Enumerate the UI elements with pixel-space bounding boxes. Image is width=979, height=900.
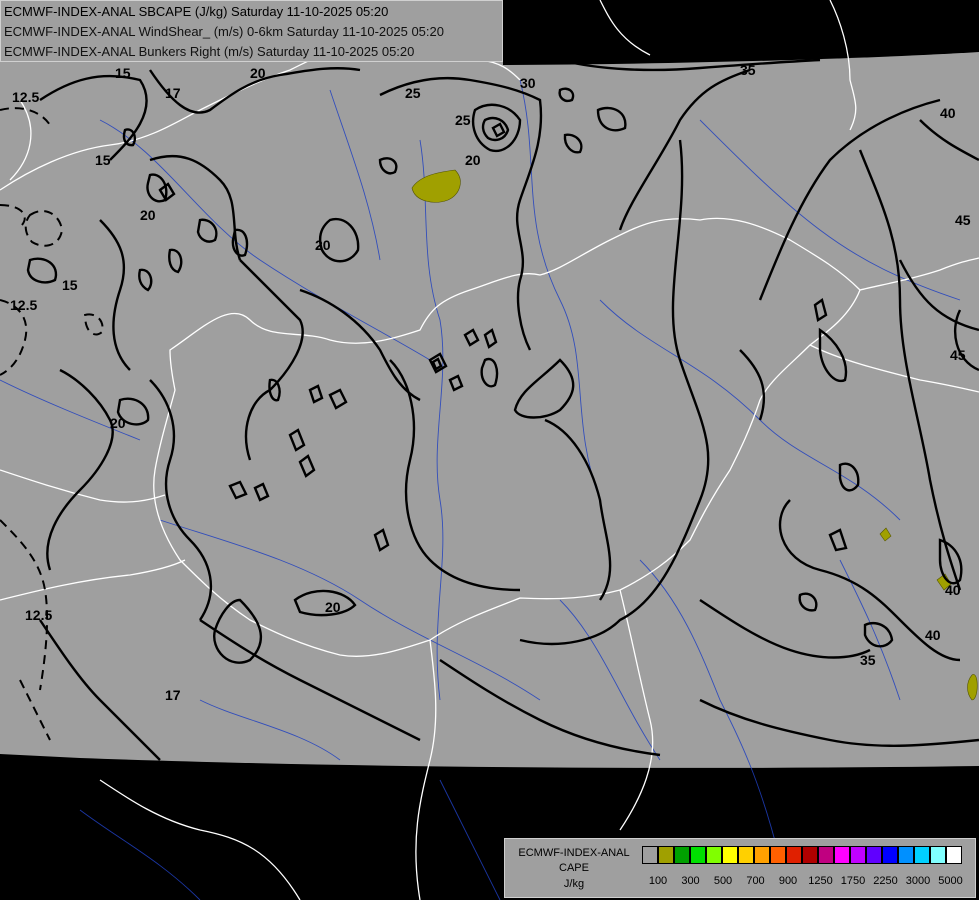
legend-swatch	[642, 846, 658, 864]
contour-label: 20	[465, 152, 481, 168]
contour-label: 45	[950, 347, 966, 363]
legend-tick-label: 300	[681, 875, 700, 887]
contour-label: 40	[925, 627, 941, 643]
legend-unit: J/kg	[563, 878, 585, 890]
contour-label: 35	[740, 62, 756, 78]
legend-tick-label: 100	[648, 875, 668, 887]
contour-label: 20	[110, 415, 126, 431]
legend-tick-label: 500	[713, 875, 733, 887]
map-title-box: ECMWF-INDEX-ANAL SBCAPE (J/kg) Saturday …	[0, 0, 503, 62]
bunkers-title: ECMWF-INDEX-ANAL Bunkers Right (m/s) Sat…	[4, 44, 415, 59]
contour-label: 15	[95, 152, 111, 168]
legend-tick-label: 2250	[873, 875, 898, 887]
data-domain	[0, 0, 979, 768]
legend-swatch	[882, 846, 898, 864]
contour-label: 35	[860, 652, 876, 668]
legend-tick-label: 3000	[905, 875, 931, 887]
contour-label: 17	[165, 687, 181, 703]
contour-label: 25	[455, 112, 471, 128]
legend-swatch	[818, 846, 834, 864]
outside-domain-top	[503, 0, 979, 65]
legend-swatch	[914, 846, 930, 864]
legend-swatch	[898, 846, 914, 864]
contour-label: 17	[165, 85, 181, 101]
contour-label: 12.5	[12, 89, 39, 105]
legend-swatch	[690, 846, 706, 864]
legend-tick-label: 1750	[840, 875, 866, 887]
contour-label: 20	[325, 599, 341, 615]
contour-label: 12.5	[25, 607, 52, 623]
legend-swatch	[754, 846, 770, 864]
legend-swatch	[770, 846, 786, 864]
contour-label: 25	[405, 85, 421, 101]
contour-label: 15	[62, 277, 78, 293]
legend-swatch	[834, 846, 850, 864]
contour-label: 40	[945, 582, 961, 598]
contour-label: 45	[955, 212, 971, 228]
map-canvas: 12.5 15 17 20 25 30 35 40 45 12.5 15 20 …	[0, 0, 979, 900]
sbcape-title: ECMWF-INDEX-ANAL SBCAPE (J/kg) Saturday …	[4, 4, 389, 19]
cape-legend: ECMWF-INDEX-ANAL CAPE J/kg 100 300 500 700 9…	[504, 838, 976, 898]
legend-swatch	[802, 846, 818, 864]
legend-swatch	[658, 846, 674, 864]
contour-label: 12.5	[10, 297, 37, 313]
windshear-title: ECMWF-INDEX-ANAL WindShear_ (m/s) 0-6km …	[4, 24, 444, 39]
legend-swatch	[866, 846, 882, 864]
contour-label: 20	[315, 237, 331, 253]
legend-swatch	[930, 846, 946, 864]
legend-swatch	[706, 846, 722, 864]
legend-tick-label: 900	[778, 875, 798, 887]
legend-source: ECMWF-INDEX-ANAL	[518, 847, 630, 859]
legend-ticks: 100 300 500 700 900 1250 1750 2250 3000 5000	[642, 875, 972, 889]
legend-color-scale	[642, 846, 962, 864]
contour-label: 15	[115, 65, 131, 81]
legend-swatch	[722, 846, 738, 864]
legend-tick-label: 700	[746, 875, 765, 887]
contour-label: 20	[140, 207, 156, 223]
legend-swatch	[674, 846, 690, 864]
legend-swatch	[738, 846, 754, 864]
legend-swatch	[946, 846, 962, 864]
legend-swatch	[786, 846, 802, 864]
contour-label: 20	[250, 65, 266, 81]
legend-tick-label: 5000	[938, 875, 963, 887]
legend-tick-label: 1250	[808, 875, 833, 887]
contour-label: 40	[940, 105, 956, 121]
legend-swatch	[850, 846, 866, 864]
contour-label: 30	[520, 75, 536, 91]
legend-variable: CAPE	[559, 862, 589, 874]
